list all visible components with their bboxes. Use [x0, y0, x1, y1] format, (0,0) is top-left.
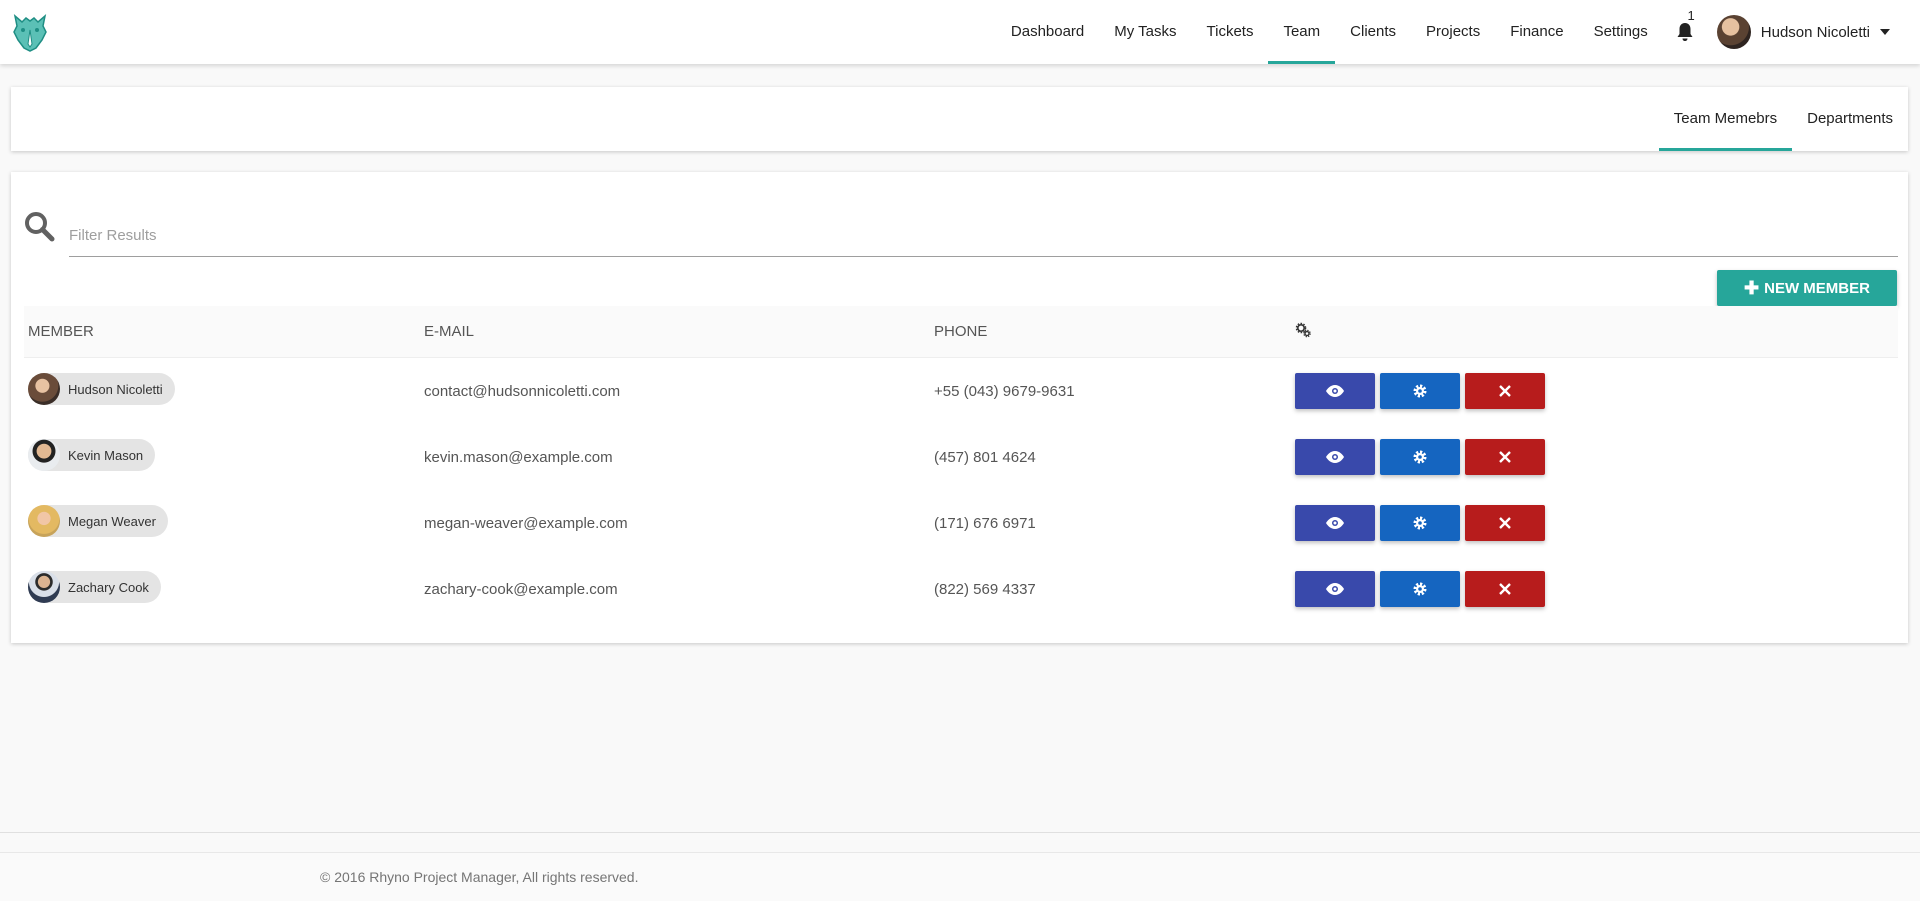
nav-my-tasks[interactable]: My Tasks [1099, 0, 1191, 64]
eye-icon [1326, 583, 1344, 595]
member-email: contact@hudsonnicoletti.com [424, 382, 621, 400]
nav-projects[interactable]: Projects [1411, 0, 1495, 64]
nav-tickets[interactable]: Tickets [1192, 0, 1269, 64]
bell-icon [1677, 23, 1693, 41]
close-icon [1499, 583, 1511, 595]
header-phone: PHONE [934, 323, 988, 340]
table-header: MEMBER E-MAIL PHONE [24, 306, 1898, 358]
member-email: kevin.mason@example.com [424, 448, 613, 466]
member-phone: +55 (043) 9679-9631 [934, 382, 1075, 400]
footer-divider [0, 832, 1920, 833]
member-email: megan-weaver@example.com [424, 514, 628, 532]
footer: © 2016 Rhyno Project Manager, All rights… [0, 852, 1920, 901]
members-card: ✚ NEW MEMBER MEMBER E-MAIL PHONE Huds [11, 172, 1908, 643]
new-member-label: NEW MEMBER [1764, 279, 1870, 297]
close-icon [1499, 385, 1511, 397]
rhino-logo-icon[interactable] [9, 10, 51, 52]
tab-team-members[interactable]: Team Memebrs [1658, 87, 1793, 151]
header-member: MEMBER [28, 323, 94, 340]
member-phone: (171) 676 6971 [934, 514, 1036, 532]
nav-team[interactable]: Team [1268, 0, 1335, 64]
caret-down-icon [1880, 29, 1890, 35]
settings-button[interactable] [1380, 439, 1460, 475]
member-chip[interactable]: Megan Weaver [28, 505, 168, 537]
gear-icon [1413, 450, 1427, 464]
gear-icon [1413, 516, 1427, 530]
member-email: zachary-cook@example.com [424, 580, 618, 598]
table-row: Kevin Mason kevin.mason@example.com (457… [24, 424, 1898, 490]
tabs-bar: Team Memebrs Departments [11, 87, 1908, 151]
delete-button[interactable] [1465, 571, 1545, 607]
member-phone: (457) 801 4624 [934, 448, 1036, 466]
nav-settings[interactable]: Settings [1579, 0, 1663, 64]
nav-finance[interactable]: Finance [1495, 0, 1578, 64]
member-phone: (822) 569 4337 [934, 580, 1036, 598]
member-chip[interactable]: Kevin Mason [28, 439, 156, 471]
members-table: MEMBER E-MAIL PHONE Hudson Nicoletti con… [24, 306, 1898, 622]
member-name: Megan Weaver [68, 513, 156, 529]
view-button[interactable] [1295, 571, 1375, 607]
avatar [28, 373, 60, 405]
table-row: Hudson Nicoletti contact@hudsonnicoletti… [24, 358, 1898, 424]
avatar [28, 505, 60, 537]
plus-icon: ✚ [1744, 278, 1760, 298]
member-name: Zachary Cook [68, 579, 149, 595]
settings-button[interactable] [1380, 571, 1460, 607]
settings-button[interactable] [1380, 505, 1460, 541]
delete-button[interactable] [1465, 373, 1545, 409]
member-chip[interactable]: Hudson Nicoletti [28, 373, 175, 405]
eye-icon [1326, 451, 1344, 463]
search-icon [25, 212, 55, 242]
delete-button[interactable] [1465, 439, 1545, 475]
avatar [28, 439, 60, 471]
close-icon [1499, 517, 1511, 529]
header-email: E-MAIL [424, 323, 475, 340]
new-member-button[interactable]: ✚ NEW MEMBER [1717, 270, 1897, 306]
view-button[interactable] [1295, 373, 1375, 409]
eye-icon [1326, 385, 1344, 397]
filter-input[interactable] [69, 215, 1898, 257]
user-menu[interactable]: Hudson Nicoletti [1707, 0, 1920, 64]
view-button[interactable] [1295, 439, 1375, 475]
avatar [28, 571, 60, 603]
table-row: Megan Weaver megan-weaver@example.com (1… [24, 490, 1898, 556]
top-navbar: Dashboard My Tasks Tickets Team Clients … [0, 0, 1920, 64]
member-chip[interactable]: Zachary Cook [28, 571, 161, 603]
user-name: Hudson Nicoletti [1760, 23, 1870, 41]
member-name: Hudson Nicoletti [68, 381, 163, 397]
table-row: Zachary Cook zachary-cook@example.com (8… [24, 556, 1898, 622]
user-avatar [1716, 15, 1751, 49]
gear-icon [1413, 384, 1427, 398]
main-nav: Dashboard My Tasks Tickets Team Clients … [996, 0, 1920, 64]
gear-icon [1413, 582, 1427, 596]
tab-departments[interactable]: Departments [1792, 87, 1908, 151]
notifications-button[interactable]: 1 [1663, 0, 1707, 64]
settings-button[interactable] [1380, 373, 1460, 409]
nav-dashboard[interactable]: Dashboard [996, 0, 1099, 64]
nav-clients[interactable]: Clients [1335, 0, 1411, 64]
delete-button[interactable] [1465, 505, 1545, 541]
view-button[interactable] [1295, 505, 1375, 541]
notification-count-badge: 1 [1687, 8, 1695, 23]
gears-icon [1295, 322, 1311, 342]
copyright-text: © 2016 Rhyno Project Manager, All rights… [320, 869, 639, 885]
close-icon [1499, 451, 1511, 463]
member-name: Kevin Mason [68, 447, 144, 463]
eye-icon [1326, 517, 1344, 529]
